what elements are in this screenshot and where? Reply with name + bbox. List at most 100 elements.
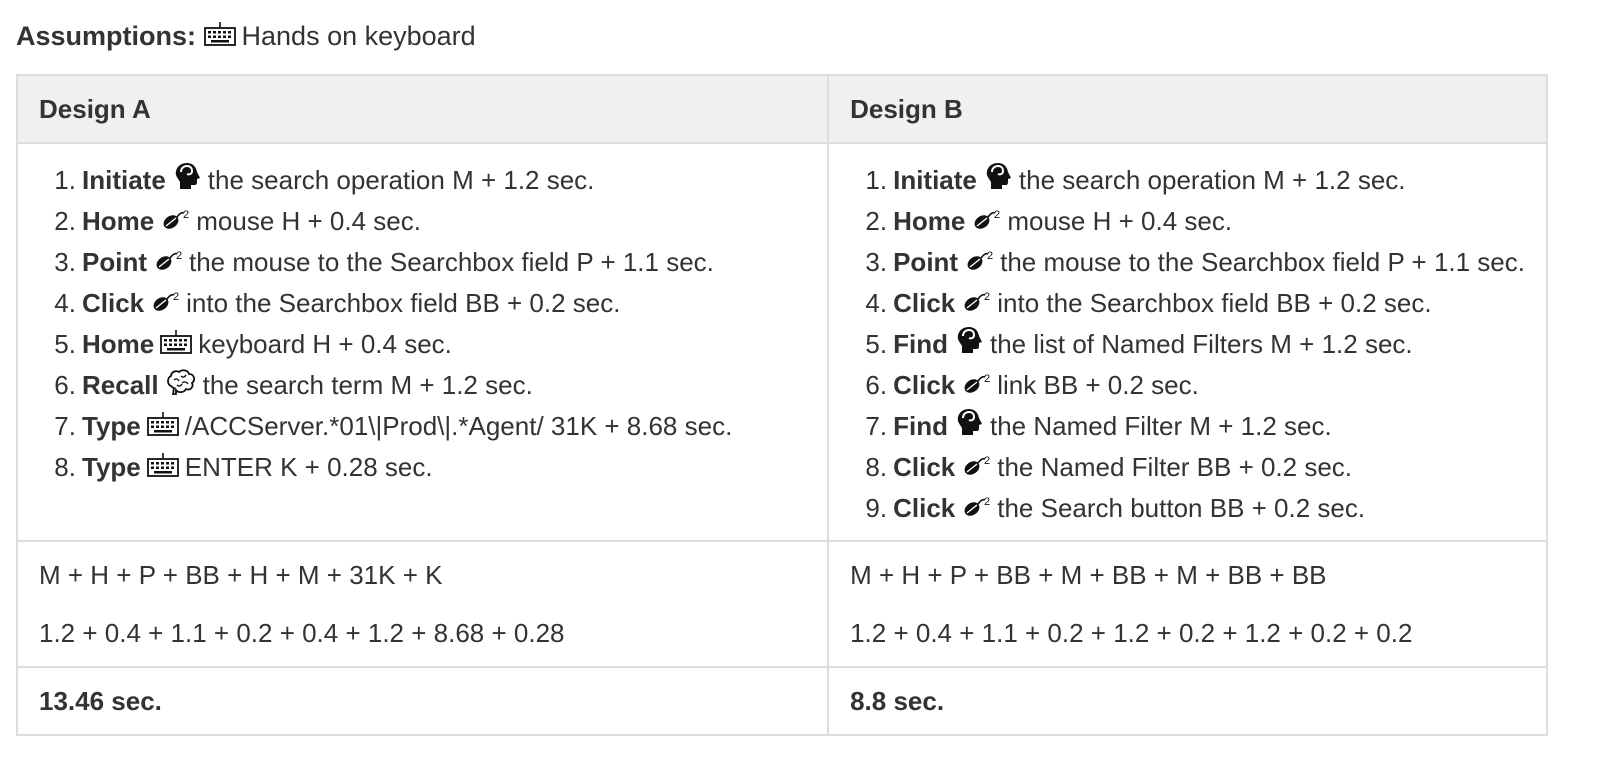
svg-text:2: 2 (994, 209, 1000, 221)
step-item: Click 2 into the Searchbox field BB + 0.2 … (861, 283, 1525, 324)
step-text: the Named Filter BB + 0.2 sec. (997, 452, 1353, 482)
step-operator: Type (82, 452, 141, 482)
design-b-total: 8.8 sec. (827, 666, 1548, 736)
step-item: Initiate the search operation M + 1.2 sec… (861, 160, 1525, 201)
step-operator: Click (893, 493, 956, 523)
step-text: the search operation M + 1.2 sec. (1018, 165, 1406, 195)
step-item: Click 2 the Search button BB + 0.2 sec. (861, 488, 1525, 529)
step-operator: Click (893, 288, 956, 318)
step-operator: Point (82, 247, 147, 277)
head-icon (983, 161, 1013, 191)
head-icon (954, 407, 984, 437)
design-b-formula: M + H + P + BB + M + BB + M + BB + BB (850, 560, 1327, 590)
step-operator: Click (893, 370, 956, 400)
step-operator: Home (82, 329, 155, 359)
design-b-formula-cell: M + H + P + BB + M + BB + M + BB + BB 1.… (827, 540, 1548, 668)
assumptions-line: Assumptions: Hands on keyboard (16, 18, 476, 54)
step-text: the Named Filter M + 1.2 sec. (989, 411, 1332, 441)
step-text: ENTER K + 0.28 sec. (184, 452, 433, 482)
svg-text:2: 2 (173, 291, 179, 303)
klm-comparison-table: Design A Design B Initiate the search ope… (15, 74, 1548, 736)
svg-text:2: 2 (984, 496, 990, 508)
step-text: /ACCServer.*01\|Prod\|.*Agent/ 31K + 8.6… (184, 411, 733, 441)
step-operator: Initiate (82, 165, 166, 195)
step-text: the mouse to the Searchbox field P + 1.1… (1000, 247, 1525, 277)
design-a-total: 13.46 sec. (15, 666, 830, 736)
header-row: Design A Design B (15, 74, 1548, 144)
design-b-steps-cell: Initiate the search operation M + 1.2 sec… (827, 142, 1548, 542)
keyboard-icon (146, 411, 179, 437)
mouse-icon: 2 (964, 249, 994, 273)
step-operator: Find (893, 329, 948, 359)
mouse-icon: 2 (150, 290, 180, 314)
design-a-formula-cell: M + H + P + BB + H + M + 31K + K 1.2 + 0… (15, 540, 830, 668)
step-operator: Click (82, 288, 145, 318)
keyboard-icon (203, 21, 236, 47)
total-row: 13.46 sec. 8.8 sec. (15, 666, 1548, 736)
mouse-icon: 2 (160, 208, 190, 232)
step-item: Point 2 the mouse to the Searchbox field P… (50, 242, 806, 283)
step-text: into the Searchbox field BB + 0.2 sec. (186, 288, 621, 318)
design-b-steps-list: Initiate the search operation M + 1.2 sec… (850, 144, 1525, 529)
design-b-sum: 1.2 + 0.4 + 1.1 + 0.2 + 1.2 + 0.2 + 1.2 … (850, 618, 1413, 648)
design-a-steps-cell: Initiate the search operation M + 1.2 sec… (15, 142, 830, 542)
design-a-sum: 1.2 + 0.4 + 1.1 + 0.2 + 0.4 + 1.2 + 8.68… (39, 618, 565, 648)
keyboard-icon (160, 329, 193, 355)
step-operator: Home (82, 206, 155, 236)
formula-row: M + H + P + BB + H + M + 31K + K 1.2 + 0… (15, 540, 1548, 668)
step-operator: Type (82, 411, 141, 441)
mouse-icon: 2 (153, 249, 183, 273)
step-text: the search term M + 1.2 sec. (202, 370, 533, 400)
step-item: Recall the search term M + 1.2 sec. (50, 365, 806, 406)
step-item: Type/ACCServer.*01\|Prod\|.*Agent/ 31K +… (50, 406, 806, 447)
step-item: Find the list of Named Filters M + 1.2 se… (861, 324, 1525, 365)
design-b-header: Design B (827, 74, 1548, 144)
mouse-icon: 2 (971, 208, 1001, 232)
design-a-steps-list: Initiate the search operation M + 1.2 sec… (39, 144, 806, 488)
step-text: keyboard H + 0.4 sec. (198, 329, 452, 359)
svg-text:2: 2 (987, 250, 993, 262)
svg-text:2: 2 (984, 373, 990, 385)
step-text: the mouse to the Searchbox field P + 1.1… (189, 247, 714, 277)
assumptions-label: Assumptions: (16, 21, 197, 51)
keyboard-icon (146, 452, 179, 478)
step-item: Click 2 into the Searchbox field BB + 0.2 … (50, 283, 806, 324)
step-text: mouse H + 0.4 sec. (1007, 206, 1233, 236)
step-operator: Recall (82, 370, 159, 400)
design-a-formula: M + H + P + BB + H + M + 31K + K (39, 560, 443, 590)
assumptions-text: Hands on keyboard (241, 21, 476, 51)
step-item: Initiate the search operation M + 1.2 sec… (50, 160, 806, 201)
svg-text:2: 2 (984, 291, 990, 303)
step-text: link BB + 0.2 sec. (997, 370, 1199, 400)
svg-text:2: 2 (984, 455, 990, 467)
head-icon (954, 325, 984, 355)
mouse-icon: 2 (961, 454, 991, 478)
step-text: the search operation M + 1.2 sec. (207, 165, 595, 195)
step-text: mouse H + 0.4 sec. (196, 206, 421, 236)
step-item: Point 2 the mouse to the Searchbox field P… (861, 242, 1525, 283)
mouse-icon: 2 (961, 495, 991, 519)
brain-icon (165, 368, 197, 396)
step-text: the Search button BB + 0.2 sec. (997, 493, 1366, 523)
mouse-icon: 2 (961, 372, 991, 396)
step-text: the list of Named Filters M + 1.2 sec. (989, 329, 1413, 359)
step-operator: Point (893, 247, 959, 277)
step-text: into the Searchbox field BB + 0.2 sec. (997, 288, 1432, 318)
step-operator: Home (893, 206, 966, 236)
step-operator: Initiate (893, 165, 977, 195)
svg-text:2: 2 (176, 250, 182, 262)
svg-text:2: 2 (183, 209, 189, 221)
step-item: Home 2 mouse H + 0.4 sec. (50, 201, 806, 242)
step-item: Click 2 the Named Filter BB + 0.2 sec. (861, 447, 1525, 488)
head-icon (172, 161, 202, 191)
design-a-header: Design A (15, 74, 830, 144)
step-item: Click 2 link BB + 0.2 sec. (861, 365, 1525, 406)
step-item: Home keyboard H + 0.4 sec. (50, 324, 806, 365)
steps-row: Initiate the search operation M + 1.2 sec… (15, 142, 1548, 542)
step-item: Find the Named Filter M + 1.2 sec. (861, 406, 1525, 447)
step-item: Home 2 mouse H + 0.4 sec. (861, 201, 1525, 242)
mouse-icon: 2 (961, 290, 991, 314)
step-operator: Find (893, 411, 948, 441)
step-item: Type ENTER K + 0.28 sec. (50, 447, 806, 488)
step-operator: Click (893, 452, 956, 482)
